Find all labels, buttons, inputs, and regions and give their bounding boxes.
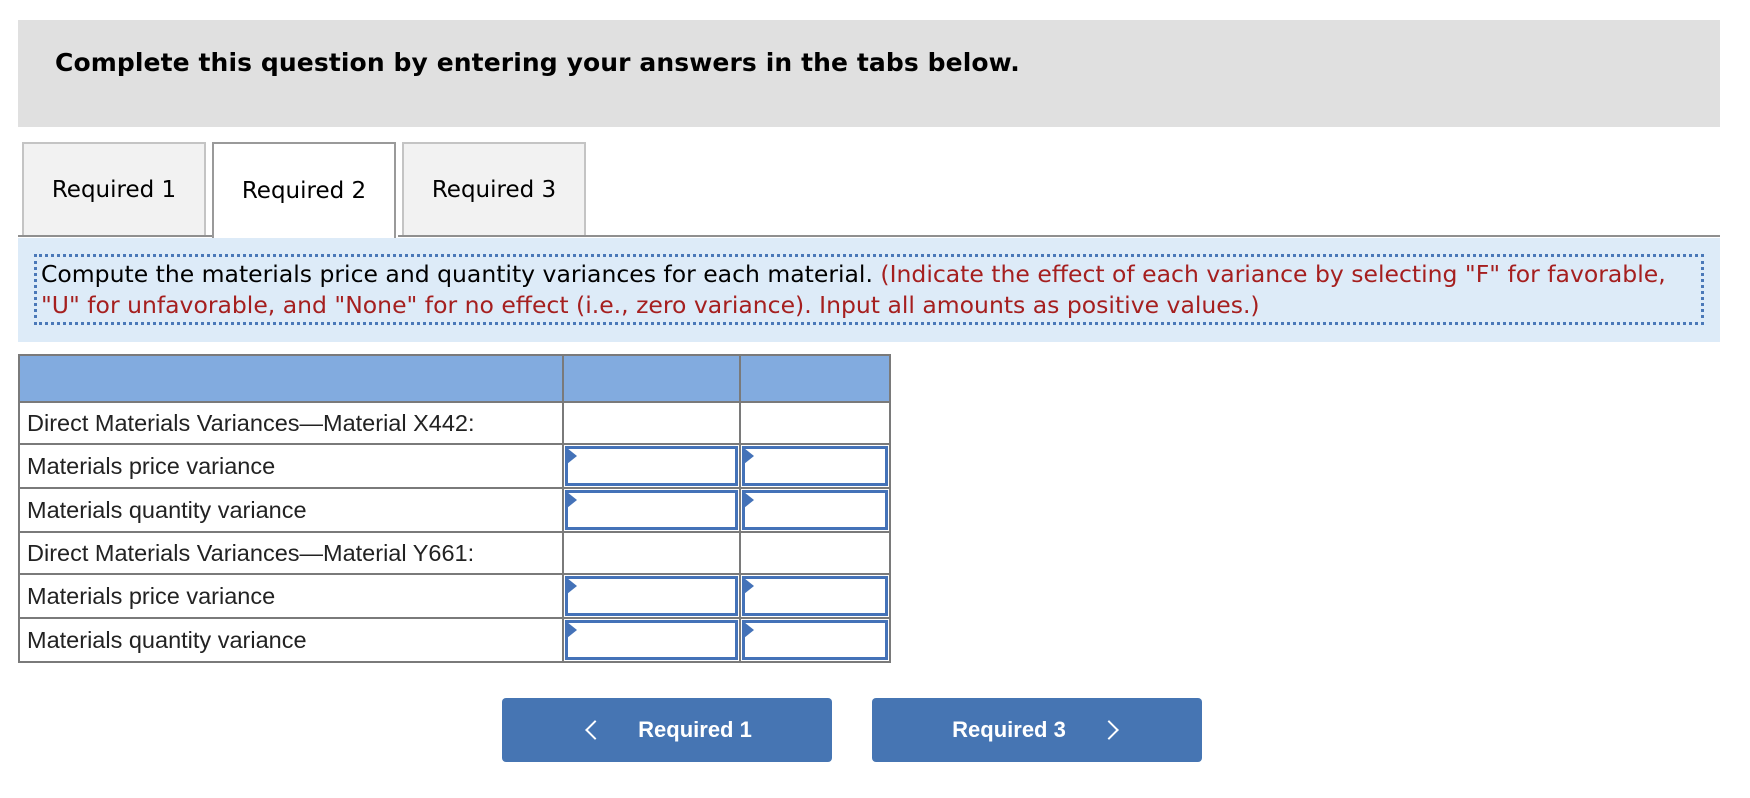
- instructions-main: Compute the materials price and quantity…: [41, 260, 873, 288]
- amount-input[interactable]: [568, 449, 735, 483]
- variance-table: Direct Materials Variances—Material X442…: [18, 354, 891, 663]
- effect-input-box: [742, 620, 888, 660]
- input-marker-icon: [744, 578, 754, 594]
- amount-cell: [562, 443, 741, 489]
- header-title: Complete this question by entering your …: [55, 48, 1020, 77]
- next-button-label: Required 3: [952, 717, 1066, 742]
- section-row: Direct Materials Variances—Material Y661…: [18, 531, 891, 575]
- effect-input-wrapper: [741, 575, 889, 617]
- effect-cell: [739, 487, 891, 533]
- amount-cell: [562, 573, 741, 619]
- effect-cell: [739, 573, 891, 619]
- amount-input-box: [565, 446, 738, 486]
- instructions-text: Compute the materials price and quantity…: [34, 254, 1704, 325]
- effect-input-wrapper: [741, 445, 889, 487]
- input-marker-icon: [567, 492, 577, 508]
- header-cell-amount: [562, 354, 741, 403]
- tab-label: Required 1: [51, 176, 177, 203]
- table-row: Materials quantity variance: [18, 487, 891, 533]
- amount-input-box: [565, 620, 738, 660]
- effect-input[interactable]: [745, 579, 885, 613]
- amount-cell-empty: [562, 531, 741, 575]
- amount-input-box: [565, 490, 738, 530]
- tab-divider-line: [18, 235, 212, 237]
- chevron-left-icon: [585, 720, 606, 740]
- header-cell-label: [18, 354, 564, 403]
- amount-input[interactable]: [568, 579, 735, 613]
- effect-cell: [739, 443, 891, 489]
- tab-bar: Required 1 Required 2 Required 3: [0, 142, 1750, 238]
- tab-required-2[interactable]: Required 2: [212, 142, 396, 238]
- table-row: Materials price variance: [18, 443, 891, 489]
- effect-cell-empty: [739, 531, 891, 575]
- tab-required-3[interactable]: Required 3: [402, 142, 586, 235]
- section-label: Direct Materials Variances—Material X442…: [18, 401, 564, 445]
- tab-label: Required 2: [241, 178, 367, 204]
- row-label: Materials quantity variance: [18, 617, 564, 663]
- table-row: Materials price variance: [18, 573, 891, 619]
- input-marker-icon: [567, 578, 577, 594]
- row-label: Materials quantity variance: [18, 487, 564, 533]
- chevron-right-icon: [1098, 720, 1119, 740]
- effect-input-box: [742, 576, 888, 616]
- amount-cell: [562, 487, 741, 533]
- amount-cell: [562, 617, 741, 663]
- row-label: Materials price variance: [18, 573, 564, 619]
- instructions-panel: Compute the materials price and quantity…: [18, 238, 1720, 342]
- next-required-3-button[interactable]: Required 3: [872, 698, 1202, 762]
- effect-input[interactable]: [745, 449, 885, 483]
- amount-input-wrapper: [564, 489, 739, 531]
- row-label: Materials price variance: [18, 443, 564, 489]
- prev-required-1-button[interactable]: Required 1: [502, 698, 832, 762]
- input-marker-icon: [567, 622, 577, 638]
- effect-input[interactable]: [745, 493, 885, 527]
- effect-cell: [739, 617, 891, 663]
- effect-input[interactable]: [745, 623, 885, 657]
- header-cell-effect: [739, 354, 891, 403]
- tab-divider-line: [398, 235, 1720, 237]
- amount-input[interactable]: [568, 623, 735, 657]
- prev-button-label: Required 1: [638, 717, 752, 742]
- question-header: Complete this question by entering your …: [18, 20, 1720, 127]
- effect-input-box: [742, 446, 888, 486]
- effect-cell-empty: [739, 401, 891, 445]
- amount-input-wrapper: [564, 619, 739, 661]
- input-marker-icon: [744, 492, 754, 508]
- section-label: Direct Materials Variances—Material Y661…: [18, 531, 564, 575]
- table-row: Materials quantity variance: [18, 617, 891, 663]
- effect-input-wrapper: [741, 489, 889, 531]
- amount-input-box: [565, 576, 738, 616]
- table-header-row: [18, 354, 891, 403]
- tab-required-1[interactable]: Required 1: [22, 142, 206, 235]
- effect-input-wrapper: [741, 619, 889, 661]
- tab-label: Required 3: [431, 176, 557, 203]
- amount-input[interactable]: [568, 493, 735, 527]
- input-marker-icon: [567, 448, 577, 464]
- input-marker-icon: [744, 622, 754, 638]
- amount-cell-empty: [562, 401, 741, 445]
- section-row: Direct Materials Variances—Material X442…: [18, 401, 891, 445]
- input-marker-icon: [744, 448, 754, 464]
- amount-input-wrapper: [564, 575, 739, 617]
- effect-input-box: [742, 490, 888, 530]
- amount-input-wrapper: [564, 445, 739, 487]
